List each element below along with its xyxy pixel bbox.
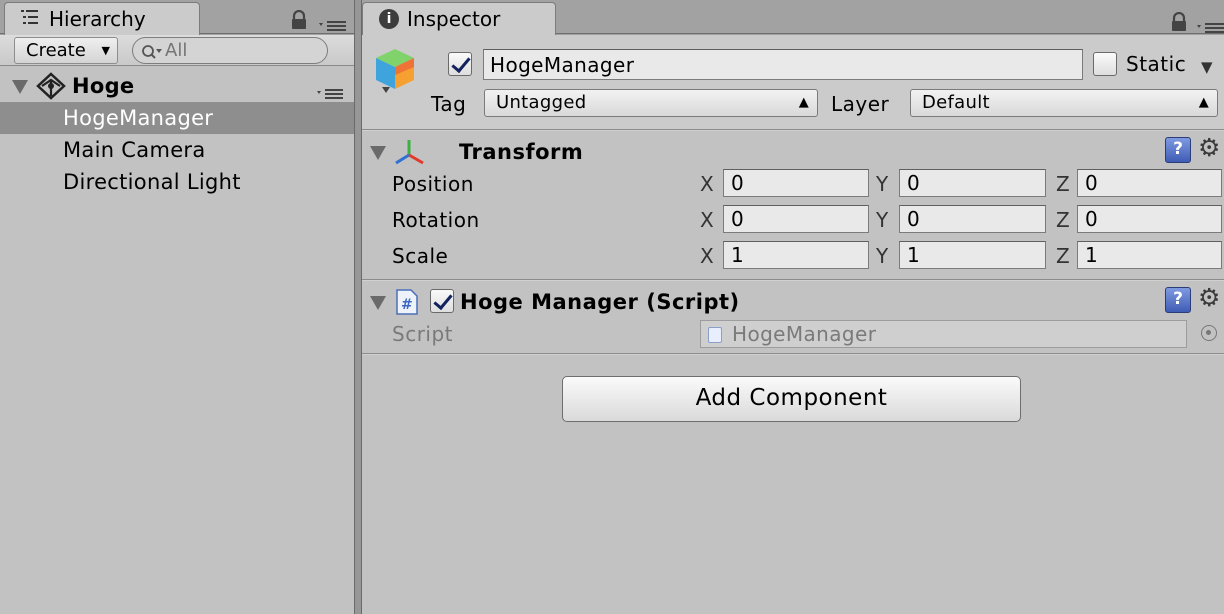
- tag-value: Untagged: [496, 92, 587, 113]
- search-input[interactable]: [165, 39, 315, 61]
- axis-z-label: Z: [1056, 172, 1071, 196]
- transform-title: Transform: [459, 140, 584, 164]
- axis-z-label: Z: [1056, 208, 1071, 232]
- hierarchy-tabstrip: Hierarchy: [0, 0, 354, 35]
- tag-dropdown[interactable]: Untagged ▲: [484, 89, 818, 117]
- help-book-icon[interactable]: ?: [1165, 287, 1191, 313]
- axis-y-label: Y: [876, 172, 889, 196]
- add-component-button[interactable]: Add Component: [562, 376, 1021, 422]
- hierarchy-toolbar: Create ▼: [0, 35, 354, 66]
- script-value: HogeManager: [732, 322, 877, 346]
- tab-hierarchy[interactable]: Hierarchy: [4, 2, 200, 35]
- gameobject-name-input[interactable]: [484, 50, 1082, 79]
- gear-icon[interactable]: ⚙: [1198, 135, 1220, 161]
- hierarchy-item-hogemanager[interactable]: HogeManager: [0, 102, 354, 134]
- rotation-x-field[interactable]: 0: [723, 205, 869, 233]
- scene-name: Hoge: [72, 74, 135, 98]
- scene-menu-icon[interactable]: [316, 78, 346, 99]
- gameobject-name-field[interactable]: [483, 49, 1083, 80]
- dropdown-arrow-icon: ▼: [101, 44, 110, 57]
- scale-z-field[interactable]: 1: [1077, 241, 1222, 269]
- script-foldout-icon[interactable]: [370, 296, 386, 310]
- info-icon: i: [379, 9, 399, 29]
- add-component-label: Add Component: [695, 385, 888, 411]
- tag-label: Tag: [431, 92, 467, 116]
- scale-z-value: 1: [1085, 243, 1098, 267]
- foldout-arrow-icon[interactable]: [12, 80, 28, 94]
- position-y-value: 0: [907, 171, 920, 195]
- static-dropdown-icon[interactable]: ▼: [1201, 58, 1213, 76]
- help-book-icon[interactable]: ?: [1165, 137, 1191, 163]
- header-divider: [362, 129, 1224, 131]
- transform-foldout-icon[interactable]: [370, 146, 386, 160]
- scale-x-value: 1: [731, 243, 744, 267]
- unity-logo-icon: [36, 72, 66, 100]
- rotation-x-value: 0: [731, 207, 744, 231]
- axis-z-label: Z: [1056, 244, 1071, 268]
- rotation-y-field[interactable]: 0: [899, 205, 1046, 233]
- layer-value: Default: [922, 92, 990, 113]
- layer-label: Layer: [831, 92, 890, 116]
- search-field[interactable]: [132, 37, 328, 64]
- panel-splitter[interactable]: [354, 0, 362, 614]
- scale-y-field[interactable]: 1: [899, 241, 1046, 269]
- hierarchy-item-label: Main Camera: [63, 138, 206, 162]
- transform-divider: [362, 279, 1224, 281]
- hierarchy-item-main-camera[interactable]: Main Camera: [0, 134, 354, 166]
- gear-icon[interactable]: ⚙: [1198, 285, 1220, 311]
- rotation-z-field[interactable]: 0: [1077, 205, 1222, 233]
- script-component-title: Hoge Manager (Script): [460, 290, 740, 314]
- hierarchy-item-directional-light[interactable]: Directional Light: [0, 166, 354, 198]
- object-picker-icon[interactable]: [1201, 325, 1217, 341]
- axis-x-label: X: [700, 172, 715, 196]
- position-x-value: 0: [731, 171, 744, 195]
- script-label: Script: [392, 322, 454, 346]
- svg-text:#: #: [401, 297, 413, 313]
- hierarchy-panel: Create ▼ Hoge: [0, 35, 354, 614]
- create-button-label: Create: [26, 40, 86, 61]
- hierarchy-item-label: HogeManager: [63, 106, 214, 130]
- position-z-field[interactable]: 0: [1077, 169, 1222, 197]
- csharp-script-icon: #: [394, 288, 420, 316]
- dropdown-arrows-icon: ▲: [1198, 95, 1209, 110]
- script-divider: [362, 353, 1224, 355]
- axis-y-label: Y: [876, 208, 889, 232]
- scale-x-field[interactable]: 1: [723, 241, 869, 269]
- hierarchy-item-label: Directional Light: [63, 170, 241, 194]
- rotation-label: Rotation: [392, 208, 480, 232]
- inspector-tabstrip: i Inspector: [362, 0, 1224, 35]
- tab-hierarchy-label: Hierarchy: [49, 7, 146, 31]
- context-menu-icon[interactable]: [318, 14, 348, 31]
- static-checkbox[interactable]: [1093, 52, 1117, 76]
- axis-y-label: Y: [876, 244, 889, 268]
- position-z-value: 0: [1085, 171, 1098, 195]
- scale-y-value: 1: [907, 243, 920, 267]
- lock-icon[interactable]: [290, 9, 308, 30]
- scene-row[interactable]: Hoge: [0, 70, 354, 102]
- layer-dropdown[interactable]: Default ▲: [910, 89, 1218, 117]
- position-label: Position: [392, 172, 474, 196]
- list-icon: [19, 6, 41, 28]
- dropdown-arrows-icon: ▲: [798, 95, 809, 110]
- create-button[interactable]: Create ▼: [14, 37, 118, 64]
- transform-axes-icon: [392, 137, 426, 167]
- search-icon: [141, 42, 163, 60]
- static-label: Static: [1126, 52, 1187, 76]
- scale-label: Scale: [392, 244, 449, 268]
- rotation-y-value: 0: [907, 207, 920, 231]
- axis-x-label: X: [700, 244, 715, 268]
- position-y-field[interactable]: 0: [899, 169, 1046, 197]
- context-menu-icon[interactable]: [1196, 16, 1224, 33]
- axis-x-label: X: [700, 208, 715, 232]
- position-x-field[interactable]: 0: [723, 169, 869, 197]
- gameobject-cube-icon[interactable]: [372, 45, 418, 95]
- script-enabled-checkbox[interactable]: [430, 289, 454, 313]
- lock-icon[interactable]: [1170, 11, 1188, 32]
- rotation-z-value: 0: [1085, 207, 1098, 231]
- csharp-script-icon: [708, 327, 722, 343]
- tab-inspector-label: Inspector: [407, 7, 501, 31]
- tab-inspector[interactable]: i Inspector: [362, 2, 556, 35]
- gameobject-active-checkbox[interactable]: [448, 52, 472, 76]
- script-object-field[interactable]: HogeManager: [700, 320, 1187, 348]
